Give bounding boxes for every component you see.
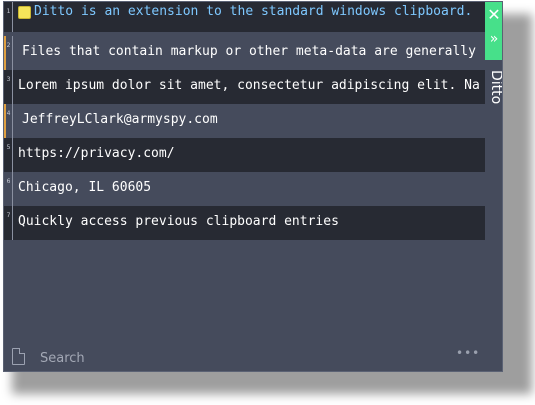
close-icon: ✕ [487,5,501,24]
clip-text: https://privacy.com/ [18,146,175,161]
clip-text: Chicago, IL 60605 [18,180,152,195]
chevron-right-icon[interactable]: » [485,31,502,47]
clip-row-4[interactable]: 4 JeffreyLClark@armyspy.com [4,104,485,138]
clip-row-2[interactable]: 2 Files that contain markup or other met… [4,36,485,70]
clip-list: 1 Ditto is an extension to the standard … [4,2,485,242]
clip-text: Ditto is an extension to the standard wi… [34,4,473,19]
window-title: Ditto [488,70,503,105]
row-number: 1 [6,8,11,15]
clip-row-3[interactable]: 3 Lorem ipsum dolor sit amet, consectetu… [4,70,485,104]
search-input[interactable] [40,349,420,367]
row-number: 3 [6,76,11,83]
clip-row-5[interactable]: 5 https://privacy.com/ [4,138,485,172]
note-icon [18,6,31,19]
row-number: 7 [6,212,11,219]
more-options-icon[interactable]: ••• [456,346,480,360]
document-icon[interactable] [12,348,25,365]
search-bar: ••• [4,242,485,371]
row-number: 2 [6,42,11,49]
clip-row-1[interactable]: 1 Ditto is an extension to the standard … [4,2,485,32]
clip-row-6[interactable]: 6 Chicago, IL 60605 [4,172,485,206]
clip-text: Quickly access previous clipboard entrie… [18,214,339,229]
clip-text: JeffreyLClark@armyspy.com [22,112,218,127]
row-number: 5 [6,144,11,151]
clip-text: Files that contain markup or other meta-… [22,44,476,59]
clip-row-7[interactable]: 7 Quickly access previous clipboard entr… [4,206,485,240]
row-number: 6 [6,178,11,185]
close-button[interactable]: ✕ » [485,2,502,60]
row-number: 4 [6,110,11,117]
ditto-window: 1 Ditto is an extension to the standard … [3,1,503,372]
clip-text: Lorem ipsum dolor sit amet, consectetur … [18,78,480,93]
row-gutter [4,2,13,32]
